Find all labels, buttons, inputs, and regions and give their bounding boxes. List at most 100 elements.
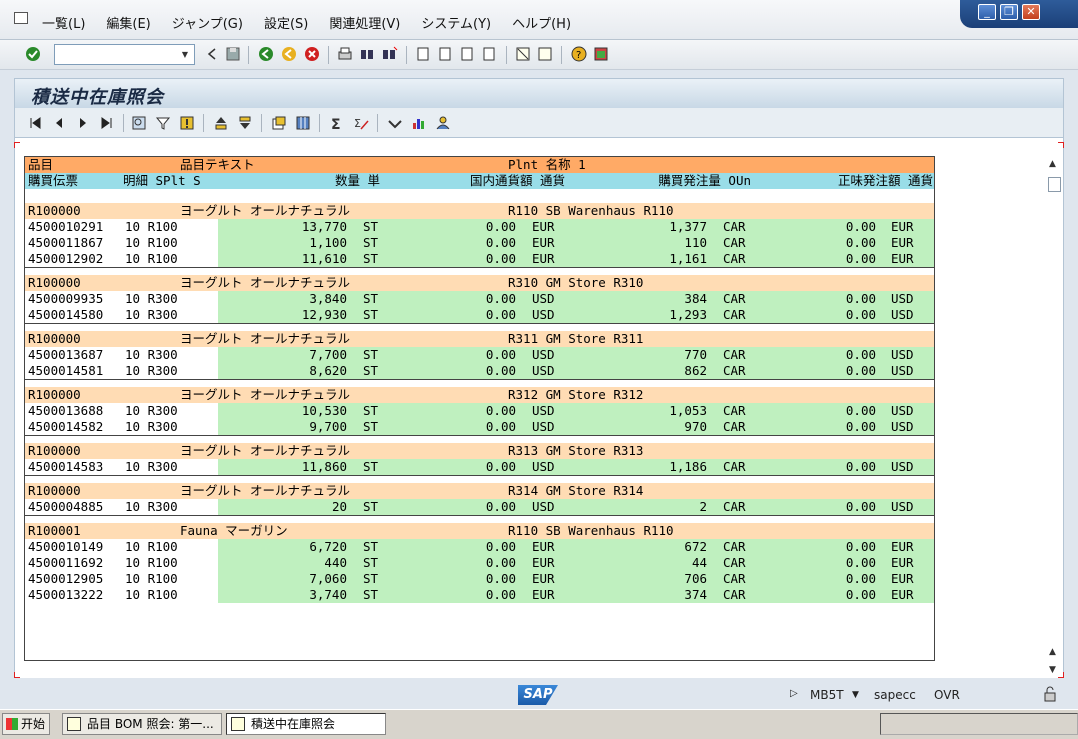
group-header[interactable]: R100000 ヨーグルト オールナチュラル R310 GM Store R310 [25,275,934,291]
menu-item[interactable]: 関連処理(V) [329,13,400,32]
sort-ascending-icon[interactable] [213,115,229,131]
first-item-icon[interactable] [27,115,43,131]
command-field[interactable]: ▼ [54,44,195,65]
menu-item[interactable]: システム(Y) [421,13,491,32]
group-header[interactable]: R100000 ヨーグルト オールナチュラル R312 GM Store R312 [25,387,934,403]
layout-menu-icon[interactable] [592,45,610,63]
scroll-up-icon[interactable]: ▲ [1049,159,1056,169]
scroll-down-icon[interactable]: ▲ [1049,647,1056,657]
menu-item[interactable]: 一覧(L) [42,13,85,32]
arrow-left-icon[interactable] [203,45,221,63]
status-dropdown-icon[interactable]: ▼ [852,690,859,700]
local-currency: USD [532,347,555,362]
table-row[interactable]: 4500009935 10 R300 3,840 ST 0.00 USD 384 CAR 0.0… [25,291,934,307]
po-number: 4500013687 [28,347,104,362]
last-item-icon[interactable] [99,115,115,131]
scroll-down-icon[interactable]: ▼ [1049,665,1056,675]
abc-analysis-icon[interactable] [435,115,451,131]
cancel-icon[interactable] [303,45,321,63]
enter-icon[interactable] [24,45,42,63]
save-icon[interactable] [224,45,242,63]
net-currency: USD [891,307,914,322]
table-row[interactable]: 4500013222 10 R100 3,740 ST 0.00 EUR 374 CAR 0.0… [25,587,934,603]
menu-item[interactable]: 設定(S) [264,13,308,32]
unit: ST [363,363,379,378]
group-plant: R313 GM Store R313 [508,443,644,458]
previous-item-icon[interactable] [51,115,67,131]
separator [561,46,562,64]
first-page-icon[interactable] [414,45,432,63]
back-icon[interactable] [257,45,275,63]
exit-icon[interactable] [280,45,298,63]
lock-icon[interactable] [1042,686,1058,702]
find-icon[interactable] [358,45,376,63]
task-stock-in-transit[interactable]: 積送中在庫照会 [226,713,386,735]
chart-icon[interactable] [411,115,427,131]
previous-page-icon[interactable] [436,45,454,63]
filter-icon[interactable] [155,115,171,131]
start-button[interactable]: 开始 [2,713,50,735]
status-expand-icon[interactable]: ▷ [790,688,798,699]
change-layout-icon[interactable] [295,115,311,131]
group-header[interactable]: R100000 ヨーグルト オールナチュラル R313 GM Store R313 [25,443,934,459]
group-header[interactable]: R100000 ヨーグルト オールナチュラル R314 GM Store R314 [25,483,934,499]
table-row[interactable]: 4500014583 10 R300 11,860 ST 0.00 USD 1,186 CAR… [25,459,934,475]
po-quantity: 44 [691,555,707,570]
sort-descending-icon[interactable] [237,115,253,131]
next-item-icon[interactable] [75,115,91,131]
find-next-icon[interactable] [380,45,398,63]
next-page-icon[interactable] [458,45,476,63]
last-page-icon[interactable] [480,45,498,63]
menu-icon[interactable] [14,12,28,24]
table-row[interactable]: 4500004885 10 R300 20 ST 0.00 USD 2 CAR 0.00 USD [25,499,934,515]
menu-item[interactable]: 編集(E) [106,13,150,32]
table-row[interactable]: 4500010291 10 R100 13,770 ST 0.00 EUR 1,377 CAR… [25,219,934,235]
restore-icon[interactable]: ❐ [1000,4,1018,20]
new-session-icon[interactable] [514,45,532,63]
net-value: 0.00 [845,539,876,554]
table-row[interactable]: 4500013688 10 R300 10,530 ST 0.00 USD 1,053 CAR… [25,403,934,419]
po-number: 4500011867 [28,235,104,250]
group-header[interactable]: R100000 ヨーグルト オールナチュラル R311 GM Store R311 [25,331,934,347]
table-row[interactable]: 4500014582 10 R300 9,700 ST 0.00 USD 970 CAR 0.0… [25,419,934,435]
exception-icon[interactable] [179,115,195,131]
task-bom[interactable]: 品目 BOM 照会: 第一... [62,713,222,735]
close-icon[interactable]: ✕ [1022,4,1040,20]
po-quantity: 1,377 [669,219,707,234]
graphic-icon[interactable] [387,115,403,131]
group-header[interactable]: R100000 ヨーグルト オールナチュラル R110 SB Warenhaus R… [25,203,934,219]
net-value: 0.00 [845,499,876,514]
details-icon[interactable] [131,115,147,131]
vertical-scrollbar[interactable]: ▲ ▲ ▼ [1046,155,1062,680]
help-icon[interactable]: ? [570,45,588,63]
local-amount: 0.00 [485,587,516,602]
chevron-down-icon[interactable]: ▼ [178,47,192,62]
total-icon[interactable]: Σ [329,115,345,131]
group-material: R100000 [28,331,81,346]
select-layout-icon[interactable] [271,115,287,131]
table-row[interactable]: 4500011692 10 R100 440 ST 0.00 EUR 44 CAR 0.00 EU… [25,555,934,571]
table-row[interactable]: 4500010149 10 R100 6,720 ST 0.00 EUR 672 CAR 0.0… [25,539,934,555]
group-material: R100000 [28,203,81,218]
table-row[interactable]: 4500011867 10 R100 1,100 ST 0.00 EUR 110 CAR 0.0… [25,235,934,251]
table-row[interactable]: 4500012902 10 R100 11,610 ST 0.00 EUR 1,161 CAR… [25,251,934,267]
unit: ST [363,235,379,250]
table-row[interactable]: 4500014581 10 R300 8,620 ST 0.00 USD 862 CAR 0.0… [25,363,934,379]
table-row[interactable]: 4500012905 10 R100 7,060 ST 0.00 EUR 706 CAR 0.0… [25,571,934,587]
group-header[interactable]: R100001 Fauna マーガリン R110 SB Warenhaus R110 [25,523,934,539]
quantity: 11,610 [301,251,347,266]
menu-item[interactable]: ジャンプ(G) [172,13,243,32]
net-value: 0.00 [845,347,876,362]
table-row[interactable]: 4500014580 10 R300 12,930 ST 0.00 USD 1,293 CAR… [25,307,934,323]
menu-item[interactable]: ヘルプ(H) [512,13,571,32]
svg-text:Σ: Σ [331,117,341,131]
shortcut-icon[interactable] [536,45,554,63]
scroll-thumb[interactable] [1048,177,1061,192]
group-material-text: ヨーグルト オールナチュラル [180,387,351,402]
net-currency: EUR [891,571,914,586]
table-row[interactable]: 4500013687 10 R300 7,700 ST 0.00 USD 770 CAR 0.0… [25,347,934,363]
separator [123,114,124,132]
minimize-icon[interactable]: _ [978,4,996,20]
print-icon[interactable] [336,45,354,63]
subtotal-icon[interactable]: Σ [353,115,369,131]
